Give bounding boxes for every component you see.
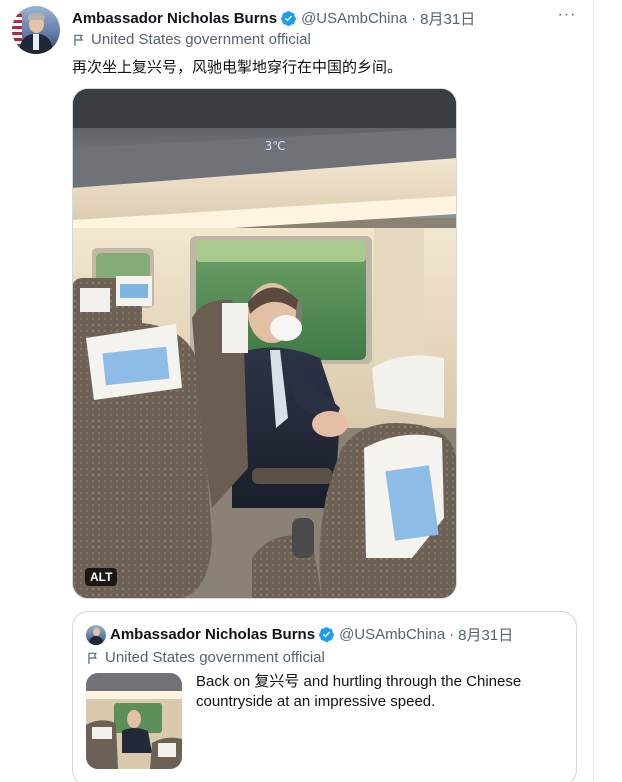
tweet[interactable]: Ambassador Nicholas Burns @USAmbChina · … [0, 0, 622, 782]
tweet-photo[interactable]: 3℃ ALT [72, 88, 457, 599]
author-avatar[interactable] [12, 6, 60, 54]
alt-text-badge[interactable]: ALT [85, 568, 118, 586]
tweet-date[interactable]: 8月31日 [420, 8, 475, 29]
author-handle[interactable]: @USAmbChina [301, 10, 407, 27]
quoted-photo-thumbnail[interactable] [86, 673, 182, 769]
tweet-text: 再次坐上复兴号，风驰电掣地穿行在中国的乡间。 [72, 59, 403, 76]
author-name[interactable]: Ambassador Nicholas Burns [72, 10, 277, 27]
quoted-tweet-text: Back on 复兴号 and hurtling through the Chi… [196, 673, 522, 710]
timeline-divider [593, 0, 594, 782]
verified-badge-icon[interactable] [280, 10, 297, 27]
quoted-author-name[interactable]: Ambassador Nicholas Burns [110, 626, 315, 643]
photo-train-interior: 3℃ [73, 89, 456, 598]
verified-badge-icon[interactable] [318, 626, 335, 643]
government-label-row: United States government official [72, 31, 311, 48]
flag-icon [88, 652, 97, 664]
separator-dot: · [411, 9, 417, 27]
quoted-author-handle[interactable]: @USAmbChina [339, 626, 445, 643]
quoted-government-label-row: United States government official [86, 649, 325, 666]
more-options-icon[interactable]: ··· [556, 7, 578, 28]
quoted-author-avatar[interactable] [86, 625, 106, 645]
photo-train-interior-thumbnail [86, 673, 182, 769]
quoted-author-row: Ambassador Nicholas Burns @USAmbChina · … [110, 624, 513, 644]
government-label: United States government official [91, 31, 311, 48]
svg-text:3℃: 3℃ [265, 139, 286, 153]
quoted-tweet[interactable]: Ambassador Nicholas Burns @USAmbChina · … [72, 611, 577, 782]
quoted-government-label: United States government official [105, 649, 325, 666]
flag-icon [74, 34, 83, 46]
author-row: Ambassador Nicholas Burns @USAmbChina · … [72, 8, 475, 28]
quoted-tweet-date[interactable]: 8月31日 [458, 624, 513, 645]
separator-dot: · [449, 625, 455, 643]
